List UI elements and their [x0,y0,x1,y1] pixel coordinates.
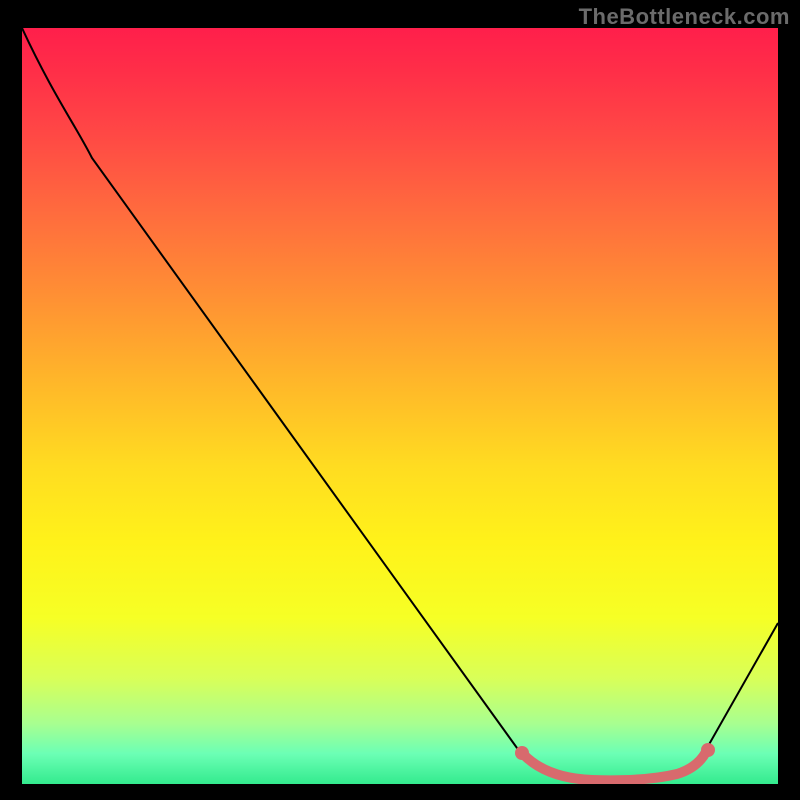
optimal-start-dot [515,746,529,760]
bottleneck-curve [22,28,778,779]
chart-container: TheBottleneck.com [0,0,800,800]
watermark-text: TheBottleneck.com [579,4,790,30]
optimal-end-dot [701,743,715,757]
optimal-range [524,752,706,780]
plot-area [22,28,778,784]
curve-layer [22,28,778,784]
